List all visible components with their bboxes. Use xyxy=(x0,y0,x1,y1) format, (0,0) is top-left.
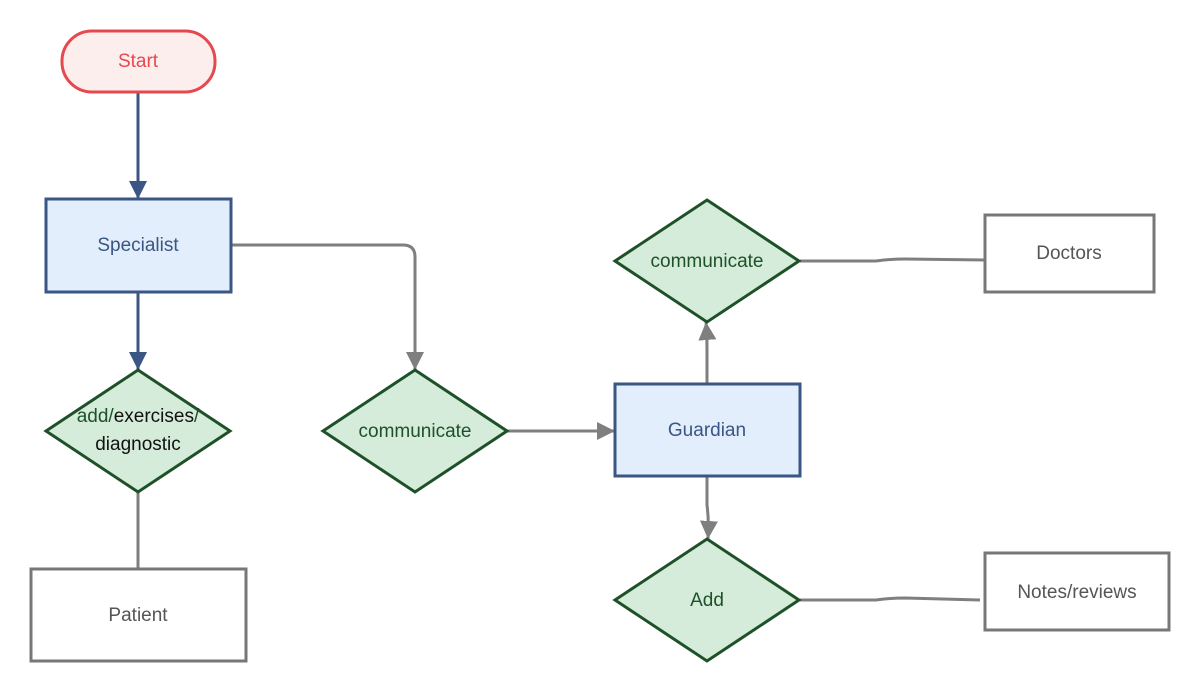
communicate-decision-2[interactable]: communicate xyxy=(612,198,802,324)
add-label: Add xyxy=(690,590,724,611)
notes-reviews-entity[interactable]: Notes/reviews xyxy=(983,551,1171,632)
guardian-label: Guardian xyxy=(668,420,746,441)
flowchart-canvas: Start Specialist add/exercises/ diagnost… xyxy=(29,29,1171,663)
connector-specialist-communicate xyxy=(231,243,424,370)
communicate-decision-1[interactable]: communicate xyxy=(320,368,510,494)
notes-label: Notes/reviews xyxy=(1017,582,1136,603)
guardian-process[interactable]: Guardian xyxy=(613,382,802,478)
patient-label: Patient xyxy=(108,605,168,626)
doctors-entity[interactable]: Doctors xyxy=(983,213,1156,294)
communicate-label-2: communicate xyxy=(651,251,764,272)
add-decision[interactable]: Add xyxy=(612,537,802,663)
connector-communicate-doctors xyxy=(800,257,986,263)
decision-label-line1: add/exercises/ xyxy=(77,406,200,427)
specialist-process[interactable]: Specialist xyxy=(44,197,233,294)
start-terminal[interactable]: Start xyxy=(60,29,217,94)
specialist-label: Specialist xyxy=(97,235,179,256)
decision-label-line2: diagnostic xyxy=(95,434,181,455)
connector-add-notes xyxy=(800,596,981,602)
communicate-label-1: communicate xyxy=(359,421,472,442)
start-label: Start xyxy=(118,51,159,72)
doctors-label: Doctors xyxy=(1036,243,1101,264)
connector-guardian-add xyxy=(699,476,718,540)
add-exercises-decision[interactable]: add/exercises/ diagnostic xyxy=(43,368,233,494)
connector-guardian-communicate xyxy=(698,321,717,384)
patient-entity[interactable]: Patient xyxy=(29,567,248,663)
